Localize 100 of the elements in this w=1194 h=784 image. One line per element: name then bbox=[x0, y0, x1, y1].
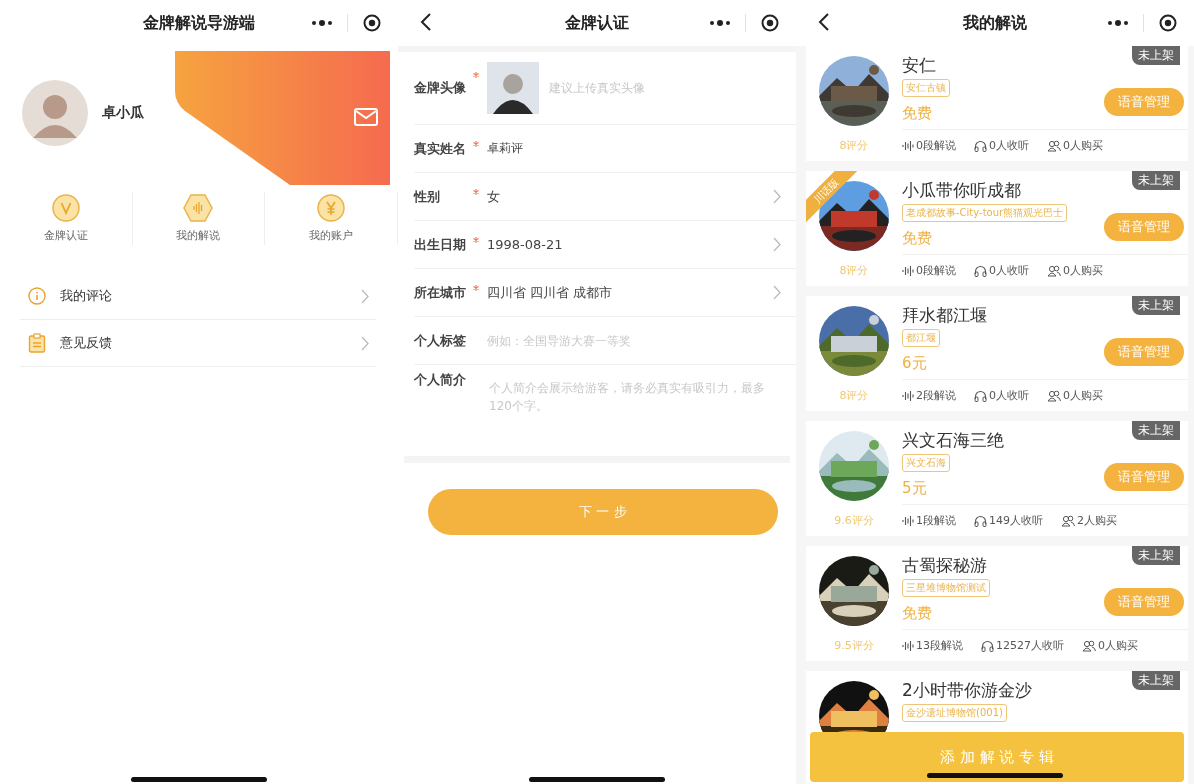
album-tag: 三星堆博物馆测试 bbox=[902, 579, 990, 597]
chevron-icon bbox=[773, 189, 782, 204]
rating-text: 9.5评分 bbox=[834, 638, 874, 653]
album-title: 安仁 bbox=[902, 54, 936, 76]
album-title: 古蜀探秘游 bbox=[902, 554, 987, 576]
avatar bbox=[22, 80, 88, 146]
status-badge: 未上架 bbox=[1132, 421, 1180, 440]
status-badge: 未上架 bbox=[1132, 546, 1180, 565]
album-title: 拜水都江堰 bbox=[902, 304, 987, 326]
more-icon bbox=[709, 20, 732, 26]
people-icon bbox=[1061, 514, 1075, 527]
more-icon bbox=[1107, 20, 1130, 26]
chevron-icon bbox=[361, 335, 370, 351]
sound-wave-icon bbox=[902, 389, 914, 402]
shortcut-item[interactable]: 金牌认证 bbox=[0, 192, 133, 245]
v-badge-icon bbox=[51, 194, 80, 222]
sound-wave-icon bbox=[902, 639, 914, 652]
buyer-count: 0人购买 bbox=[1063, 138, 1103, 153]
target-icon bbox=[760, 14, 779, 32]
user-name: 卓小瓜 bbox=[102, 104, 144, 122]
album-price: 5元 bbox=[902, 479, 927, 498]
segment-count: 2段解说 bbox=[916, 388, 956, 403]
album-title: 小瓜带你听成都 bbox=[902, 179, 1021, 201]
field-label: 个人简介 bbox=[414, 371, 467, 389]
chevron-icon bbox=[361, 288, 370, 304]
headphones-icon bbox=[974, 389, 987, 402]
field-label: 出生日期 bbox=[414, 235, 467, 254]
listen-count: 0人收听 bbox=[989, 388, 1029, 403]
listen-count: 0人收听 bbox=[989, 138, 1029, 153]
people-icon bbox=[1047, 389, 1061, 402]
album-card[interactable]: 8评分 拜水都江堰 都江堰 6元 2段解说 0人收听 0人购买 未上架 语音管理 bbox=[806, 296, 1188, 411]
sound-wave-icon bbox=[183, 194, 214, 222]
people-icon bbox=[1047, 139, 1061, 152]
headphones-icon bbox=[974, 139, 987, 152]
field-label: 金牌头像 bbox=[414, 79, 467, 97]
segment-count: 1段解说 bbox=[916, 513, 956, 528]
page-title: 我的解说 bbox=[963, 12, 1027, 34]
field-label: 性别 bbox=[414, 187, 441, 206]
target-icon bbox=[1158, 14, 1177, 32]
headphones-icon bbox=[974, 264, 987, 277]
select-field[interactable]: 四川省 四川省 成都市 bbox=[487, 283, 773, 302]
page-title: 金牌认证 bbox=[565, 12, 629, 34]
field-label: 真实姓名 bbox=[414, 139, 467, 158]
more-icon bbox=[311, 20, 334, 26]
sound-wave-icon bbox=[902, 139, 914, 152]
status-badge: 未上架 bbox=[1132, 171, 1180, 190]
input-field[interactable]: 卓莉评 bbox=[487, 141, 782, 156]
album-title: 兴文石海三绝 bbox=[902, 429, 1004, 451]
avatar[interactable] bbox=[487, 62, 539, 114]
headphones-icon bbox=[974, 514, 987, 527]
album-price: 免费 bbox=[902, 104, 932, 123]
album-card[interactable]: 8评分 安仁 安仁古镇 免费 0段解说 0人收听 0人购买 未上架 语音管理 bbox=[806, 46, 1188, 161]
album-price: 6元 bbox=[902, 354, 927, 373]
mail-icon[interactable] bbox=[354, 108, 378, 126]
field-label: 所在城市 bbox=[414, 283, 467, 302]
people-icon bbox=[1047, 264, 1061, 277]
segment-count: 13段解说 bbox=[916, 638, 963, 653]
segment-count: 0段解说 bbox=[916, 263, 956, 278]
status-badge: 未上架 bbox=[1132, 296, 1180, 315]
menu-item[interactable]: 意见反馈 bbox=[20, 320, 376, 367]
rating-text: 8评分 bbox=[839, 388, 869, 403]
album-title: 2小时带你游金沙 bbox=[902, 679, 1032, 701]
segment-count: 0段解说 bbox=[916, 138, 956, 153]
album-tag: 老成都故事-City-tour熊猫观光巴士 bbox=[902, 204, 1068, 222]
listen-count: 0人收听 bbox=[989, 263, 1029, 278]
yen-icon bbox=[317, 194, 346, 222]
album-card[interactable]: 9.6评分 兴文石海三绝 兴文石海 5元 1段解说 149人收听 2人购买 未上架 语音管理 bbox=[806, 421, 1188, 536]
rating-text: 9.6评分 bbox=[834, 513, 874, 528]
field-label: 个人标签 bbox=[414, 331, 467, 350]
buyer-count: 0人购买 bbox=[1063, 263, 1103, 278]
shortcut-item[interactable]: 我的账户 bbox=[265, 192, 398, 245]
status-badge: 未上架 bbox=[1132, 46, 1180, 65]
album-card[interactable]: 8评分 小瓜带你听成都 老成都故事-City-tour熊猫观光巴士 免费 0段解说 0人收听 0人购买 未上架 语音管理 川话版 bbox=[806, 171, 1188, 286]
clipboard-icon bbox=[28, 333, 46, 353]
album-tag: 安仁古镇 bbox=[902, 79, 950, 97]
menu-item[interactable]: 我的评论 bbox=[20, 273, 376, 320]
target-icon bbox=[362, 14, 381, 32]
shortcut-item[interactable]: 我的解说 bbox=[132, 192, 266, 245]
album-price: 免费 bbox=[902, 604, 932, 623]
album-card[interactable]: 9.5评分 古蜀探秘游 三星堆博物馆测试 免费 13段解说 12527人收听 0人购买 未上架 语音管理 bbox=[806, 546, 1188, 661]
back-icon[interactable] bbox=[420, 12, 432, 32]
chevron-icon bbox=[773, 285, 782, 300]
album-tag: 都江堰 bbox=[902, 329, 940, 347]
listen-count: 149人收听 bbox=[989, 513, 1043, 528]
buyer-count: 2人购买 bbox=[1077, 513, 1117, 528]
select-field[interactable]: 1998-08-21 bbox=[487, 237, 773, 252]
sound-wave-icon bbox=[902, 514, 914, 527]
sound-wave-icon bbox=[902, 264, 914, 277]
back-icon[interactable] bbox=[818, 12, 830, 32]
listen-count: 12527人收听 bbox=[996, 638, 1064, 653]
album-tag: 兴文石海 bbox=[902, 454, 950, 472]
page-title: 金牌解说导游端 bbox=[143, 12, 255, 34]
headphones-icon bbox=[981, 639, 994, 652]
rating-text: 8评分 bbox=[839, 138, 869, 153]
rating-text: 8评分 bbox=[839, 263, 869, 278]
status-badge: 未上架 bbox=[1132, 671, 1180, 690]
buyer-count: 0人购买 bbox=[1063, 388, 1103, 403]
album-tag: 金沙遗址博物馆(001) bbox=[902, 704, 1007, 722]
buyer-count: 0人购买 bbox=[1098, 638, 1138, 653]
select-field[interactable]: 女 bbox=[487, 187, 773, 206]
